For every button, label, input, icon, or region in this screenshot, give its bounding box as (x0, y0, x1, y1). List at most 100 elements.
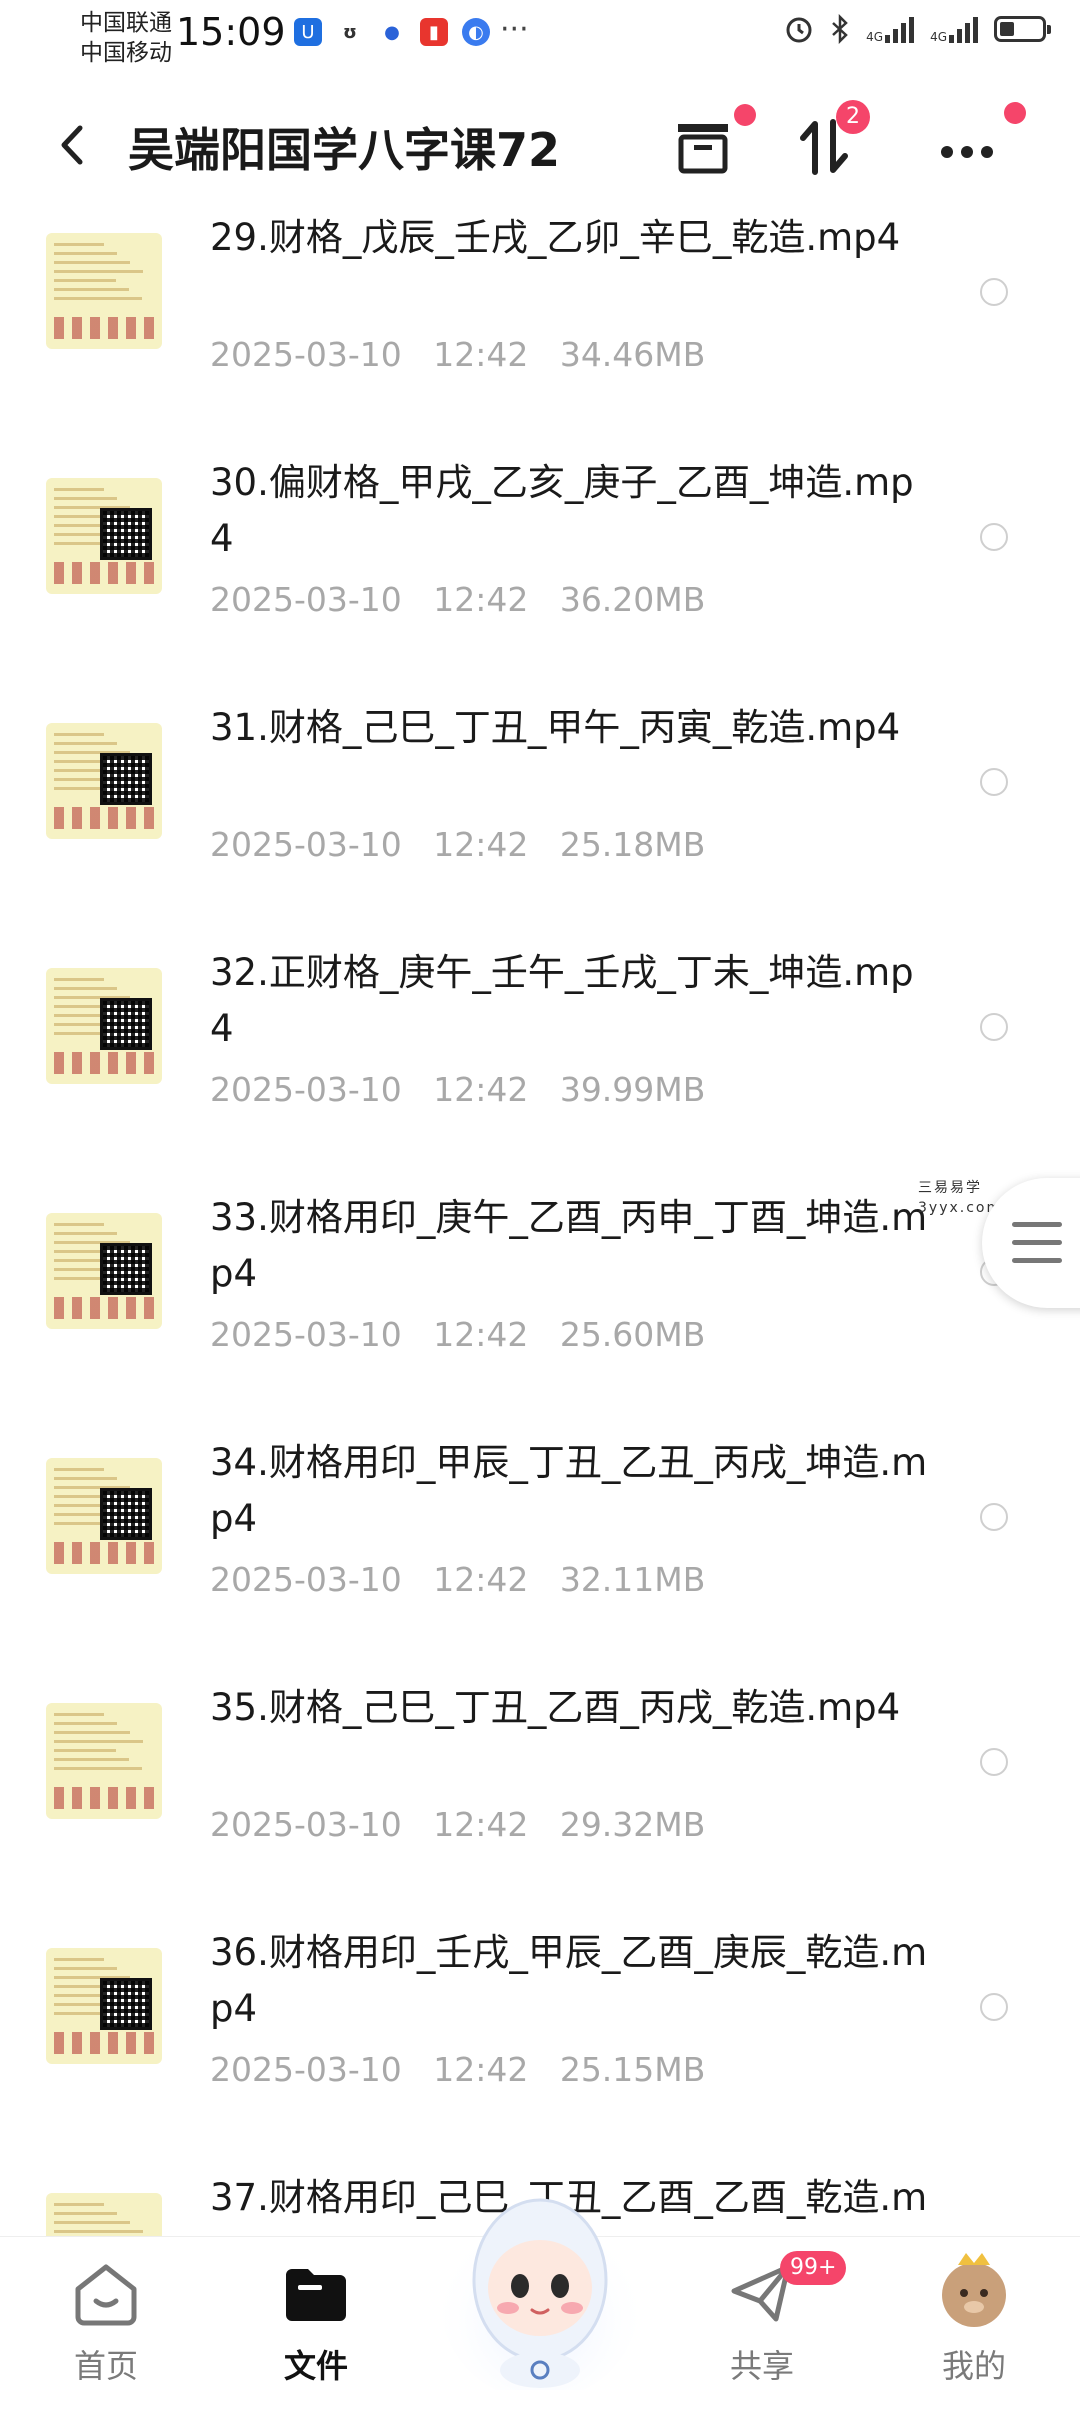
file-name: 31.财格_己巳_丁丑_甲午_丙寅_乾造.mp4 (210, 706, 901, 749)
thumb-line (54, 497, 117, 500)
file-thumbnail (46, 723, 162, 839)
file-row[interactable]: 34.财格用印_甲辰_丁丑_乙丑_丙戌_坤造.mp4 2025-03-10 12:… (0, 1430, 1080, 1675)
thumb-line (54, 2203, 104, 2206)
file-row[interactable]: 30.偏财格_甲戌_乙亥_庚子_乙酉_坤造.mp4 2025-03-10 12:4… (0, 450, 1080, 695)
thumb-line (54, 252, 117, 255)
signal-icon: 4G (930, 15, 978, 43)
thumb-line (54, 1713, 104, 1716)
notify-dot (1004, 102, 1026, 124)
qr-code-icon (100, 1488, 152, 1540)
transfer-button[interactable]: 2 (790, 100, 870, 182)
file-row[interactable]: 32.正财格_庚午_壬午_壬戌_丁未_坤造.mp4 2025-03-10 12:4… (0, 940, 1080, 1185)
carrier-labels: 中国联通 中国移动 (80, 8, 172, 68)
thumb-line (54, 1967, 117, 1970)
avatar-icon (942, 2253, 1006, 2327)
file-row[interactable]: 31.财格_己巳_丁丑_甲午_丙寅_乾造.mp4 2025-03-10 12:42… (0, 695, 1080, 940)
thumb-chart-rows (54, 562, 154, 584)
tab-me[interactable]: 我的 (904, 2237, 1044, 2401)
mascot-ai-icon[interactable] (430, 2170, 650, 2390)
select-radio[interactable] (980, 1013, 1008, 1041)
thumb-chart-rows (54, 1052, 154, 1074)
file-row[interactable]: 36.财格用印_壬戌_甲辰_乙酉_庚辰_乾造.mp4 2025-03-10 12:… (0, 1920, 1080, 2165)
thumb-chart-rows (54, 1542, 154, 1564)
paw-icon: ● (378, 18, 406, 46)
status-right: 4G 4G (784, 14, 1051, 44)
uc-icon: U (294, 18, 322, 46)
thumb-line (54, 1758, 129, 1761)
status-time: 15:09 (176, 10, 286, 54)
qr-code-icon (100, 508, 152, 560)
file-name: 29.财格_戊辰_壬戌_乙卯_辛巳_乾造.mp4 (210, 216, 901, 259)
qr-code-icon (100, 1978, 152, 2030)
file-row[interactable]: 35.财格_己巳_丁丑_乙酉_丙戌_乾造.mp4 2025-03-10 12:42… (0, 1675, 1080, 1920)
thumb-line (54, 1477, 117, 1480)
qr-code-icon (100, 998, 152, 1050)
file-name: 35.财格_己巳_丁丑_乙酉_丙戌_乾造.mp4 (210, 1686, 901, 1729)
file-name: 33.财格用印_庚午_乙酉_丙申_丁酉_坤造.mp4 (210, 1196, 928, 1295)
file-meta: 2025-03-10 12:42 25.18MB (210, 825, 706, 864)
archive-button[interactable] (668, 104, 756, 182)
back-icon[interactable] (52, 120, 92, 170)
thumb-line (54, 1731, 130, 1734)
book-icon: ▮ (420, 18, 448, 46)
more-icon (941, 146, 993, 158)
more-button[interactable] (932, 102, 1026, 182)
globe-icon: ◐ (462, 18, 490, 46)
file-meta: 2025-03-10 12:42 34.46MB (210, 335, 706, 374)
tab-files-label: 文件 (283, 2347, 348, 2385)
carrier-2: 中国移动 (80, 40, 172, 66)
file-name: 36.财格用印_壬戌_甲辰_乙酉_庚辰_乾造.mp4 (210, 1931, 928, 2030)
menu-icon-line (1012, 1240, 1062, 1245)
file-list: 29.财格_戊辰_壬戌_乙卯_辛巳_乾造.mp4 2025-03-10 12:42… (0, 205, 1080, 2410)
qr-code-icon (100, 753, 152, 805)
thumb-chart-rows (54, 1297, 154, 1319)
thumb-line (54, 1468, 104, 1471)
page-title: 吴端阳国学八字课72 (128, 123, 561, 177)
thumb-chart-rows (54, 2032, 154, 2054)
notify-dot (734, 104, 756, 126)
tab-me-label: 我的 (941, 2347, 1006, 2385)
menu-icon-line (1012, 1258, 1062, 1263)
select-radio[interactable] (980, 1748, 1008, 1776)
thumb-line (54, 2212, 117, 2215)
file-thumbnail (46, 1703, 162, 1819)
status-bar: 中国联通 中国移动 15:09 U ʊ ● ▮ ◐ ··· 4G 4G (0, 0, 1080, 80)
select-radio[interactable] (980, 523, 1008, 551)
file-row[interactable]: 29.财格_戊辰_壬戌_乙卯_辛巳_乾造.mp4 2025-03-10 12:42… (0, 205, 1080, 450)
menu-icon (1012, 1222, 1062, 1227)
thumb-line (54, 1958, 104, 1961)
select-radio[interactable] (980, 278, 1008, 306)
file-meta: 2025-03-10 12:42 25.60MB (210, 1315, 706, 1354)
tab-share[interactable]: 99+ 共享 (692, 2237, 847, 2401)
file-meta: 2025-03-10 12:42 39.99MB (210, 1070, 706, 1109)
file-thumbnail (46, 968, 162, 1084)
tab-home-label: 首页 (73, 2347, 138, 2385)
signal-icon: 4G (866, 15, 915, 43)
thumb-line (54, 1749, 116, 1752)
share-badge: 99+ (780, 2251, 847, 2285)
thumb-line (54, 2221, 130, 2224)
folder-icon (286, 2269, 346, 2321)
tab-home[interactable]: 首页 (36, 2237, 176, 2401)
thumb-chart-rows (54, 807, 154, 829)
file-thumbnail (46, 1458, 162, 1574)
thumb-line (54, 261, 130, 264)
select-radio[interactable] (980, 1503, 1008, 1531)
thumb-line (54, 1223, 104, 1226)
thumb-line (54, 288, 129, 291)
status-app-icons: U ʊ ● ▮ ◐ (294, 18, 490, 46)
top-bar: 吴端阳国学八字课72 2 (0, 92, 1080, 202)
file-row[interactable]: 33.财格用印_庚午_乙酉_丙申_丁酉_坤造.mp4 2025-03-10 12:… (0, 1185, 1080, 1430)
select-radio[interactable] (980, 768, 1008, 796)
tab-files[interactable]: 文件 (246, 2237, 386, 2401)
home-icon (75, 2264, 137, 2326)
file-meta: 2025-03-10 12:42 36.20MB (210, 580, 706, 619)
thumb-line (54, 488, 104, 491)
thumb-chart-rows (54, 317, 154, 339)
watermark-line-1: 三易易学 (918, 1180, 982, 1196)
thumb-line (54, 978, 104, 981)
select-radio[interactable] (980, 1993, 1008, 2021)
thumb-line (54, 2230, 143, 2233)
thumb-line (54, 297, 142, 300)
file-meta: 2025-03-10 12:42 25.15MB (210, 2050, 706, 2089)
